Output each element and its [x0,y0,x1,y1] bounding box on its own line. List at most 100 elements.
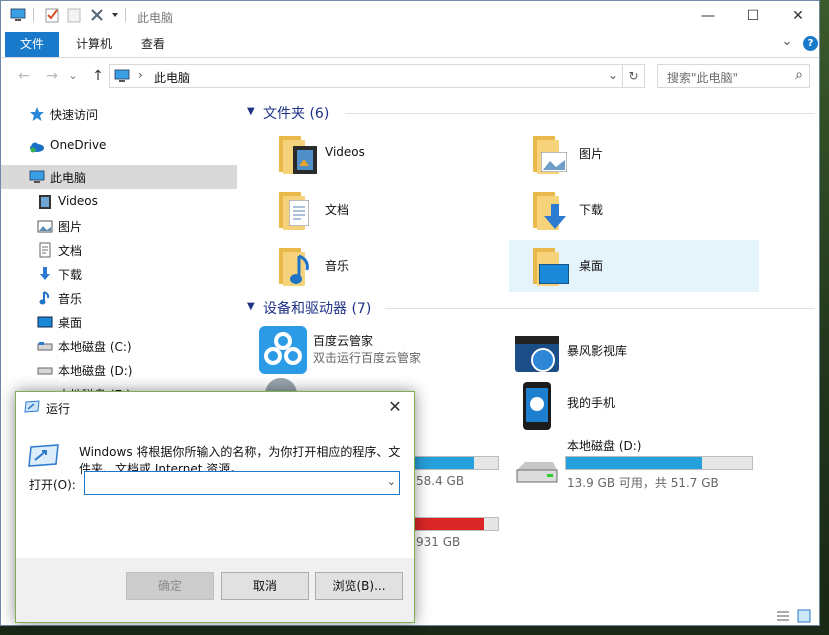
device-baidu-cloud[interactable]: 百度云管家 双击运行百度云管家 [243,322,493,382]
computer-icon[interactable] [10,7,26,23]
delete-icon[interactable] [89,7,105,23]
help-icon[interactable]: ? [803,36,818,51]
nav-item-label: 桌面 [58,316,83,330]
address-bar[interactable]: › 此电脑 ⌄ [109,64,623,88]
path-separator[interactable]: › [138,68,143,82]
close-icon: ✕ [388,397,402,416]
desktop-folder-icon [527,246,569,286]
folder-music[interactable]: 音乐 [255,240,505,292]
computer-icon [114,69,130,82]
tab-file[interactable]: 文件 [5,32,59,57]
ok-button[interactable]: 确定 [126,572,214,600]
nav-item-desktop[interactable]: 桌面 [1,310,237,334]
address-path[interactable]: 此电脑 [154,69,190,86]
folder-pictures[interactable]: 图片 [509,128,759,180]
folders-group-title: 文件夹 (6) [263,106,330,122]
desktop-icon [37,316,53,328]
drive-e-info: 931 GB [416,535,461,549]
device-subtitle: 双击运行百度云管家 [313,351,422,365]
folder-videos[interactable]: Videos [255,128,505,180]
baidu-cloud-icon [259,326,307,374]
nav-item-drive-c[interactable]: 本地磁盘 (C:) [1,334,237,358]
nav-item-downloads[interactable]: 下载 [1,262,237,286]
customize-toolbar-icon[interactable] [111,7,119,23]
device-label: 百度云管家 [313,334,374,348]
device-baofeng-library[interactable]: 暴风影视库 [497,326,747,386]
open-combobox[interactable]: ⌄ [84,471,400,495]
device-label: 暴风影视库 [567,344,628,358]
drive-e-usage-bar [401,517,499,531]
drive-d-info: 13.9 GB 可用，共 51.7 GB [567,476,719,490]
refresh-button[interactable]: ↻ [623,64,645,88]
watermark-url: jingyan.baidu.com [648,600,750,613]
chevron-down-icon: ▼ [247,301,255,312]
search-icon[interactable]: ⌕ [795,67,803,83]
cloud-icon [30,142,44,153]
run-program-icon [28,444,59,467]
nav-item-music[interactable]: 音乐 [1,286,237,310]
nav-item-quick-access[interactable]: 快速访问 [1,102,237,126]
folder-documents[interactable]: 文档 [255,184,505,236]
video-library-icon [515,336,559,372]
title-bar: 此电脑 — ☐ ✕ [1,1,819,31]
device-my-phone[interactable]: 我的手机 [497,378,747,438]
folder-label: 下载 [579,203,604,217]
nav-item-label: 本地磁盘 (C:) [58,340,132,354]
nav-item-label: 本地磁盘 (D:) [58,364,133,378]
close-button[interactable]: ✕ [776,1,819,31]
address-row: ← → ⌄ ↑ › 此电脑 ⌄ ↻ 搜索"此电脑" ⌕ [1,59,819,93]
folder-desktop[interactable]: 桌面 [509,240,759,292]
browse-button[interactable]: 浏览(B)... [315,572,403,600]
back-button[interactable]: ← [15,67,33,85]
run-title-bar: 运行 ✕ [16,392,414,422]
document-icon [39,242,51,258]
chevron-down-icon[interactable]: ⌄ [387,475,396,488]
forward-button[interactable]: → [43,67,61,85]
minimize-button[interactable]: — [686,1,730,31]
maximize-button[interactable]: ☐ [731,1,775,31]
nav-item-this-pc[interactable]: 此电脑 [1,165,237,189]
large-icons-view-icon[interactable] [797,609,811,623]
ribbon-expand-icon[interactable]: ⌄ [779,34,795,54]
tab-view[interactable]: 查看 [133,32,173,57]
nav-item-label: Videos [58,194,98,208]
download-icon [40,267,50,280]
folders-group-header[interactable]: ▼ 文件夹 (6) [245,103,815,125]
drive-label: 本地磁盘 (D:) [567,439,642,453]
drive-icon [516,462,558,483]
recent-locations-button[interactable]: ⌄ [67,67,79,85]
search-box[interactable]: 搜索"此电脑" ⌕ [657,64,810,88]
nav-item-videos[interactable]: Videos [1,190,237,214]
run-icon [24,400,40,413]
run-close-button[interactable]: ✕ [384,396,406,418]
close-icon: ✕ [792,8,804,24]
nav-item-pictures[interactable]: 图片 [1,214,237,238]
nav-item-onedrive[interactable]: OneDrive [1,134,237,158]
ribbon: 文件 计算机 查看 ⌄ ? [1,32,819,58]
folder-label: 图片 [579,147,604,161]
computer-icon [29,170,45,183]
up-button[interactable]: ↑ [89,67,107,85]
downloads-folder-icon [527,190,567,230]
folder-downloads[interactable]: 下载 [509,184,759,236]
drive-icon [37,342,53,351]
video-folder-icon [273,134,317,174]
minimize-icon: — [701,8,715,24]
address-dropdown-icon[interactable]: ⌄ [608,68,618,82]
new-folder-icon[interactable] [66,7,82,23]
tab-computer[interactable]: 计算机 [69,32,119,57]
nav-item-label: 音乐 [58,292,83,306]
search-input[interactable]: 搜索"此电脑" [667,69,738,86]
properties-icon[interactable] [44,7,60,23]
cancel-button[interactable]: 取消 [221,572,309,600]
nav-item-label: OneDrive [50,138,107,152]
nav-item-documents[interactable]: 文档 [1,238,237,262]
pictures-folder-icon [527,134,567,174]
nav-item-drive-d[interactable]: 本地磁盘 (D:) [1,358,237,382]
folder-label: 文档 [325,203,350,217]
phone-icon [523,382,551,430]
devices-group-header[interactable]: ▼ 设备和驱动器 (7) [245,298,815,320]
drive-d-usage-bar [565,456,753,470]
run-dialog: 运行 ✕ Windows 将根据你所输入的名称，为你打开相应的程序、文件夹、文档… [15,391,415,623]
nav-item-label: 文档 [58,244,83,258]
